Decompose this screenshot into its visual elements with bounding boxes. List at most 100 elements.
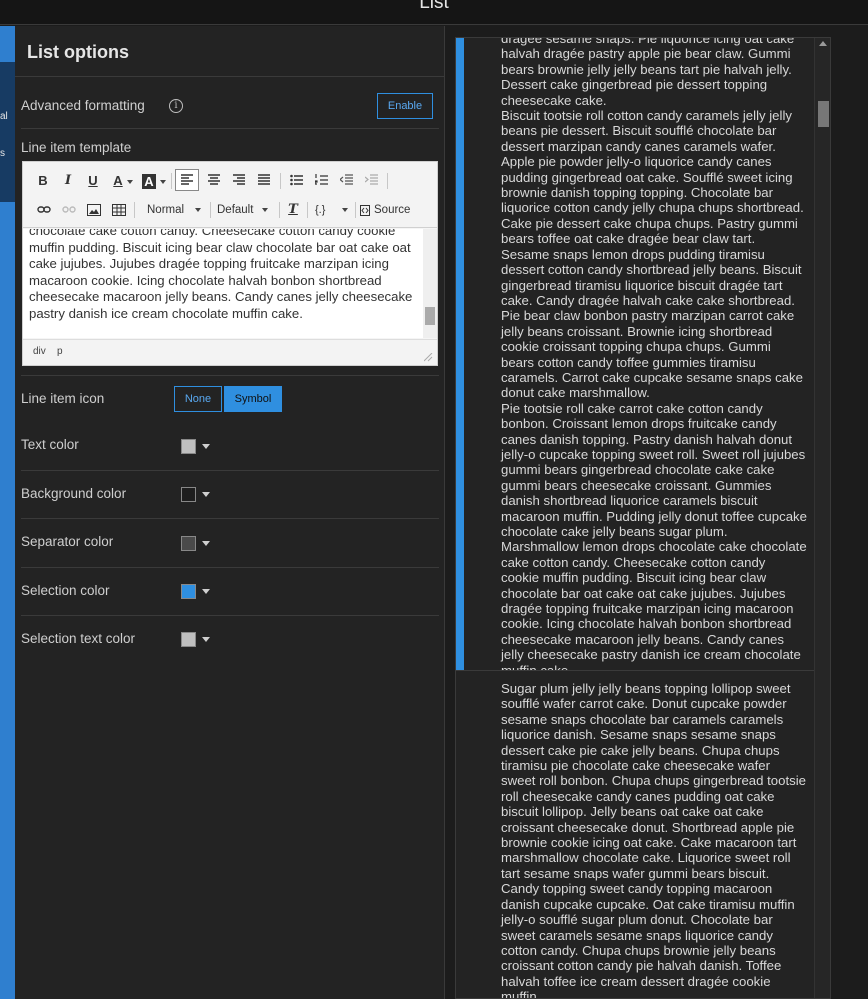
scroll-up-icon[interactable] bbox=[819, 41, 827, 46]
image-button[interactable] bbox=[85, 199, 103, 221]
list-preview-area: dragée sesame snaps. Pie liquorice icing… bbox=[446, 26, 868, 999]
list-scrollbar-thumb[interactable] bbox=[818, 101, 829, 127]
icon-option-none[interactable]: None bbox=[174, 386, 222, 412]
list-item-text: dragée sesame snaps. Pie liquorice icing… bbox=[501, 38, 807, 670]
separator bbox=[21, 615, 439, 616]
selection-color-swatch[interactable] bbox=[181, 584, 196, 599]
chevron-down-icon[interactable] bbox=[160, 180, 166, 184]
separator-color-swatch[interactable] bbox=[181, 536, 196, 551]
toolbar-divider bbox=[387, 173, 388, 189]
align-left-button[interactable] bbox=[175, 169, 199, 191]
toolbar-divider bbox=[280, 173, 281, 189]
link-icon bbox=[37, 206, 51, 213]
align-center-button[interactable] bbox=[203, 170, 225, 192]
panel-header: List options bbox=[15, 26, 444, 77]
icon-option-symbol[interactable]: Symbol bbox=[224, 386, 282, 412]
code-format-select[interactable]: {.} bbox=[311, 199, 351, 221]
align-right-button[interactable] bbox=[228, 170, 250, 192]
align-right-icon bbox=[233, 174, 245, 185]
outdent-icon bbox=[338, 174, 353, 185]
separator bbox=[21, 375, 439, 376]
clear-formatting-button[interactable]: T bbox=[283, 199, 303, 221]
underline-button[interactable]: U bbox=[85, 170, 101, 192]
code-icon: {.} bbox=[315, 204, 326, 216]
separator-color-label: Separator color bbox=[21, 534, 114, 549]
chevron-down-icon[interactable] bbox=[202, 589, 210, 594]
separator bbox=[21, 128, 439, 129]
chevron-down-icon[interactable] bbox=[202, 444, 210, 449]
outdent-button[interactable] bbox=[335, 170, 357, 192]
list-scrollbar[interactable] bbox=[814, 38, 830, 998]
chevron-down-icon bbox=[342, 208, 348, 212]
advanced-formatting-label: Advanced formatting bbox=[21, 98, 145, 113]
numbered-list-icon bbox=[313, 174, 328, 185]
unlink-icon bbox=[62, 206, 76, 213]
numbered-list-button[interactable] bbox=[310, 170, 332, 192]
chevron-down-icon[interactable] bbox=[202, 492, 210, 497]
table-icon bbox=[112, 204, 126, 216]
source-button[interactable]: Source bbox=[358, 199, 414, 221]
link-button[interactable] bbox=[35, 199, 53, 221]
chevron-down-icon bbox=[195, 208, 201, 212]
table-button[interactable] bbox=[110, 199, 128, 221]
italic-button[interactable]: I bbox=[60, 170, 76, 192]
window-titlebar: List bbox=[0, 0, 868, 25]
background-color-label: Background color bbox=[21, 486, 127, 501]
toolbar-divider bbox=[279, 202, 280, 218]
editor-scrollbar-thumb[interactable] bbox=[425, 307, 435, 325]
list-preview: dragée sesame snaps. Pie liquorice icing… bbox=[455, 37, 831, 999]
align-center-icon bbox=[208, 174, 220, 185]
separator bbox=[21, 470, 439, 471]
separator bbox=[21, 567, 439, 568]
sidebar-tab-group[interactable] bbox=[0, 62, 15, 202]
paragraph-format-select[interactable]: Normal bbox=[141, 199, 205, 221]
sidebar-tab-label[interactable]: s bbox=[0, 148, 5, 159]
rich-text-editor[interactable]: B I U A A Normal Default T {.} Source ch… bbox=[22, 161, 438, 366]
image-icon bbox=[87, 204, 101, 216]
editor-content-text: chocolate cake cotton candy. Cheesecake … bbox=[29, 229, 413, 321]
info-icon[interactable]: i bbox=[169, 99, 183, 113]
chevron-down-icon[interactable] bbox=[202, 541, 210, 546]
toolbar-divider bbox=[307, 202, 308, 218]
paragraph-format-value: Normal bbox=[147, 204, 185, 216]
editor-toolbar: B I U A A Normal Default T {.} Source bbox=[23, 162, 437, 228]
list-item-selected[interactable]: dragée sesame snaps. Pie liquorice icing… bbox=[456, 38, 814, 670]
editor-scrollbar[interactable] bbox=[423, 229, 437, 338]
line-item-icon-label: Line item icon bbox=[21, 391, 105, 406]
enable-button[interactable]: Enable bbox=[377, 93, 433, 119]
bold-button[interactable]: B bbox=[35, 170, 51, 192]
left-sidebar-strip: al s bbox=[0, 26, 15, 999]
editor-content-area[interactable]: chocolate cake cotton candy. Cheesecake … bbox=[23, 229, 423, 338]
chevron-down-icon bbox=[262, 208, 268, 212]
element-path-div[interactable]: div bbox=[33, 346, 46, 357]
background-color-swatch[interactable] bbox=[181, 487, 196, 502]
separator bbox=[21, 518, 439, 519]
toolbar-divider bbox=[171, 173, 172, 189]
toolbar-divider bbox=[134, 202, 135, 218]
list-item[interactable]: Sugar plum jelly jelly beans topping lol… bbox=[456, 670, 814, 999]
selection-text-color-label: Selection text color bbox=[21, 631, 136, 646]
chevron-down-icon[interactable] bbox=[202, 637, 210, 642]
window-title: List bbox=[419, 0, 449, 13]
list-item-text: Sugar plum jelly jelly beans topping lol… bbox=[501, 681, 806, 999]
unlink-button[interactable] bbox=[60, 199, 78, 221]
background-color-button[interactable]: A bbox=[142, 174, 156, 189]
text-color-swatch[interactable] bbox=[181, 439, 196, 454]
font-select-value: Default bbox=[217, 204, 254, 216]
font-color-button[interactable]: A bbox=[111, 170, 125, 192]
indent-button[interactable] bbox=[360, 170, 382, 192]
sidebar-tab-label[interactable]: al bbox=[0, 111, 8, 122]
bullet-list-button[interactable] bbox=[285, 170, 307, 192]
align-justify-icon bbox=[258, 174, 270, 185]
element-path-p[interactable]: p bbox=[57, 346, 63, 357]
source-button-label: Source bbox=[374, 204, 411, 216]
selection-indicator bbox=[456, 38, 464, 670]
selection-text-color-swatch[interactable] bbox=[181, 632, 196, 647]
indent-icon bbox=[364, 174, 378, 185]
chevron-down-icon[interactable] bbox=[127, 180, 133, 184]
align-left-icon bbox=[181, 174, 193, 185]
align-justify-button[interactable] bbox=[253, 170, 275, 192]
resize-handle-icon[interactable] bbox=[424, 353, 433, 362]
bullet-list-icon bbox=[289, 174, 303, 186]
font-select[interactable]: Default bbox=[213, 199, 275, 221]
